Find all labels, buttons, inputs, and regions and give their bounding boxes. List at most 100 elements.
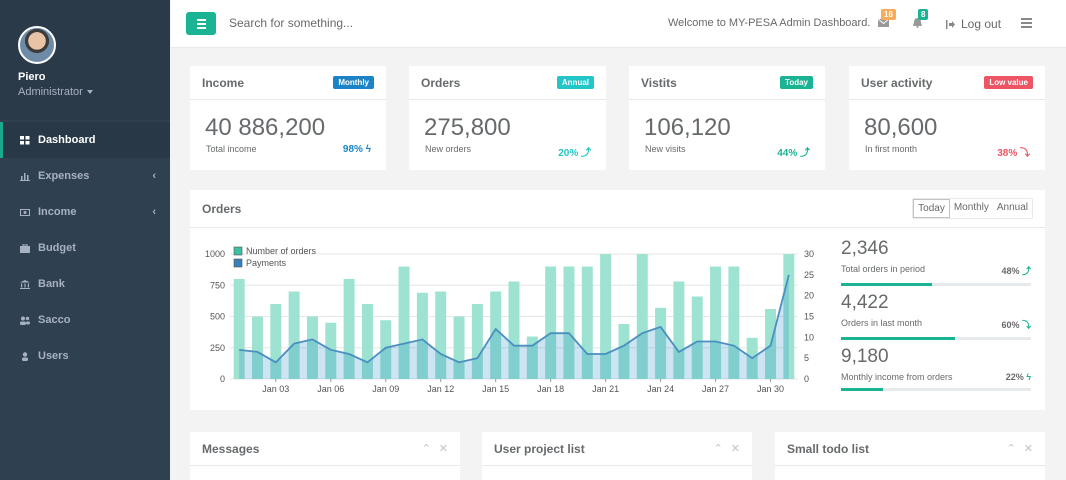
close-icon[interactable]: ✕ xyxy=(439,442,448,455)
sidebar-item-bank[interactable]: Bank xyxy=(0,266,170,302)
panel-title: Messages xyxy=(202,441,260,456)
logout-button[interactable]: Log out xyxy=(946,17,1001,31)
money-icon xyxy=(20,208,30,216)
caret-down-icon xyxy=(86,90,93,94)
sidebar-item-label: Budget xyxy=(38,242,76,254)
right-sidebar-toggle-icon[interactable] xyxy=(1021,18,1032,28)
stat-percent: 98% ϟ xyxy=(342,144,371,155)
period-tabs: Today Monthly Annual xyxy=(912,198,1033,219)
sidebar-item-budget[interactable]: Budget xyxy=(0,230,170,266)
stat-value: 275,800 xyxy=(424,114,511,141)
close-icon[interactable]: ✕ xyxy=(731,442,740,455)
sidebar-item-expenses[interactable]: Expenses ‹ xyxy=(0,158,170,194)
y-tick-label-right: 5 xyxy=(804,353,809,363)
sidebar-item-users[interactable]: Users xyxy=(0,338,170,374)
stat-subtitle: Total income xyxy=(206,144,257,154)
panel-title: Orders xyxy=(202,201,242,216)
card-title: Orders xyxy=(421,75,461,90)
stat-value: 106,120 xyxy=(644,114,731,141)
stat-value: 40 886,200 xyxy=(205,114,326,141)
search-input[interactable] xyxy=(229,16,479,30)
tab-today[interactable]: Today xyxy=(913,199,950,218)
collapse-icon[interactable]: ⌃ xyxy=(714,442,723,455)
card-title: Vistits xyxy=(641,75,677,90)
bolt-icon: ϟ xyxy=(365,144,371,155)
y-tick-label-left: 500 xyxy=(210,312,225,322)
progress-bar xyxy=(841,283,1031,286)
stat-card-visits: Vistits Today 106,120 New visits 44% ⤴ xyxy=(629,66,825,170)
profile-name: Piero xyxy=(18,71,46,83)
y-tick-label-right: 0 xyxy=(804,374,809,384)
chevron-left-icon: ‹ xyxy=(152,206,156,218)
sidebar-item-label: Users xyxy=(38,350,69,362)
tab-monthly[interactable]: Monthly xyxy=(950,199,993,218)
sidebar: Piero Administrator Dashboard Expenses ‹… xyxy=(0,0,170,480)
sidebar-item-label: Dashboard xyxy=(38,134,96,146)
stat-percent: 38% ⤵ xyxy=(997,148,1030,159)
side-stat-total-orders: 2,346 Total orders in period 48% ⤴ xyxy=(841,238,1031,286)
stat-value: 80,600 xyxy=(864,114,938,141)
stat-percent: 44% ⤴ xyxy=(777,148,810,159)
orders-chart: 0 250 500 750 1000 0 5 10 15 20 25 30 Jan 03 Jan 06 Ja… xyxy=(205,246,814,394)
side-stat-label: Orders in last month xyxy=(841,318,923,328)
y-tick-label-left: 0 xyxy=(220,374,225,384)
side-stat-label: Monthly income from orders xyxy=(841,372,953,382)
hamburger-icon xyxy=(196,18,206,21)
side-stat-label: Total orders in period xyxy=(841,264,926,274)
y-tick-label-left: 750 xyxy=(210,280,225,290)
briefcase-icon xyxy=(20,243,30,253)
y-tick-label-right: 25 xyxy=(804,270,814,280)
stat-subtitle: New visits xyxy=(645,144,686,154)
legend-swatch xyxy=(233,258,243,268)
level-up-icon: ⤴ xyxy=(800,148,810,159)
x-tick-label: Jan 21 xyxy=(592,384,619,394)
avatar[interactable] xyxy=(18,26,56,64)
logout-label: Log out xyxy=(961,17,1002,31)
progress-fill xyxy=(841,337,955,340)
side-stat-last-month: 4,422 Orders in last month 60% ⤵ xyxy=(841,292,1031,340)
progress-fill xyxy=(841,388,883,391)
sign-out-icon xyxy=(946,19,955,29)
users-icon xyxy=(20,316,30,325)
level-down-icon: ⤵ xyxy=(1021,320,1031,330)
collapse-icon[interactable]: ⌃ xyxy=(422,442,431,455)
period-badge: Monthly xyxy=(333,76,374,89)
small-todo-list-panel: Small todo list ⌃ ✕ xyxy=(775,432,1045,480)
sidebar-item-income[interactable]: Income ‹ xyxy=(0,194,170,230)
period-badge: Low value xyxy=(984,76,1033,89)
side-stat-percent: 60% ⤵ xyxy=(1001,320,1031,330)
stat-subtitle: New orders xyxy=(425,144,472,154)
sidebar-item-sacco[interactable]: Sacco xyxy=(0,302,170,338)
x-tick-label: Jan 06 xyxy=(317,384,344,394)
collapse-icon[interactable]: ⌃ xyxy=(1007,442,1016,455)
bank-icon xyxy=(20,279,30,289)
welcome-message: Welcome to MY-PESA Admin Dashboard. xyxy=(668,17,871,29)
y-tick-label-left: 250 xyxy=(210,343,225,353)
x-tick-label: Jan 09 xyxy=(372,384,399,394)
side-stat-monthly-income: 9,180 Monthly income from orders 22% ϟ xyxy=(841,346,1031,391)
side-stat-value: 2,346 xyxy=(841,238,889,259)
close-icon[interactable]: ✕ xyxy=(1024,442,1033,455)
y-tick-label-right: 20 xyxy=(804,291,814,301)
alerts-count-badge: 8 xyxy=(918,9,929,20)
stat-card-orders: Orders Annual 275,800 New orders 20% ⤴ xyxy=(409,66,606,170)
sidebar-item-dashboard[interactable]: Dashboard xyxy=(0,122,170,158)
profile-role-dropdown[interactable]: Administrator xyxy=(18,86,170,98)
orders-panel: Orders Today Monthly Annual 0 250 500 750 10… xyxy=(190,190,1045,410)
period-badge: Today xyxy=(780,76,813,89)
x-tick-label: Jan 30 xyxy=(757,384,784,394)
menu-toggle-button[interactable] xyxy=(186,12,216,35)
sidebar-nav: Dashboard Expenses ‹ Income ‹ Budget Ban… xyxy=(0,122,170,374)
stat-card-income: Income Monthly 40 886,200 Total income 9… xyxy=(190,66,386,170)
y-tick-label-right: 15 xyxy=(804,312,814,322)
level-up-icon: ⤴ xyxy=(581,148,591,159)
panel-title: User project list xyxy=(494,441,585,456)
grid-icon xyxy=(20,135,30,144)
side-stat-value: 4,422 xyxy=(841,292,889,313)
tab-annual[interactable]: Annual xyxy=(993,199,1032,218)
card-title: User activity xyxy=(861,75,933,90)
stat-percent: 20% ⤴ xyxy=(558,148,591,159)
x-tick-label: Jan 24 xyxy=(647,384,674,394)
y-tick-label-left: 1000 xyxy=(205,249,225,259)
sidebar-item-label: Expenses xyxy=(38,170,90,182)
